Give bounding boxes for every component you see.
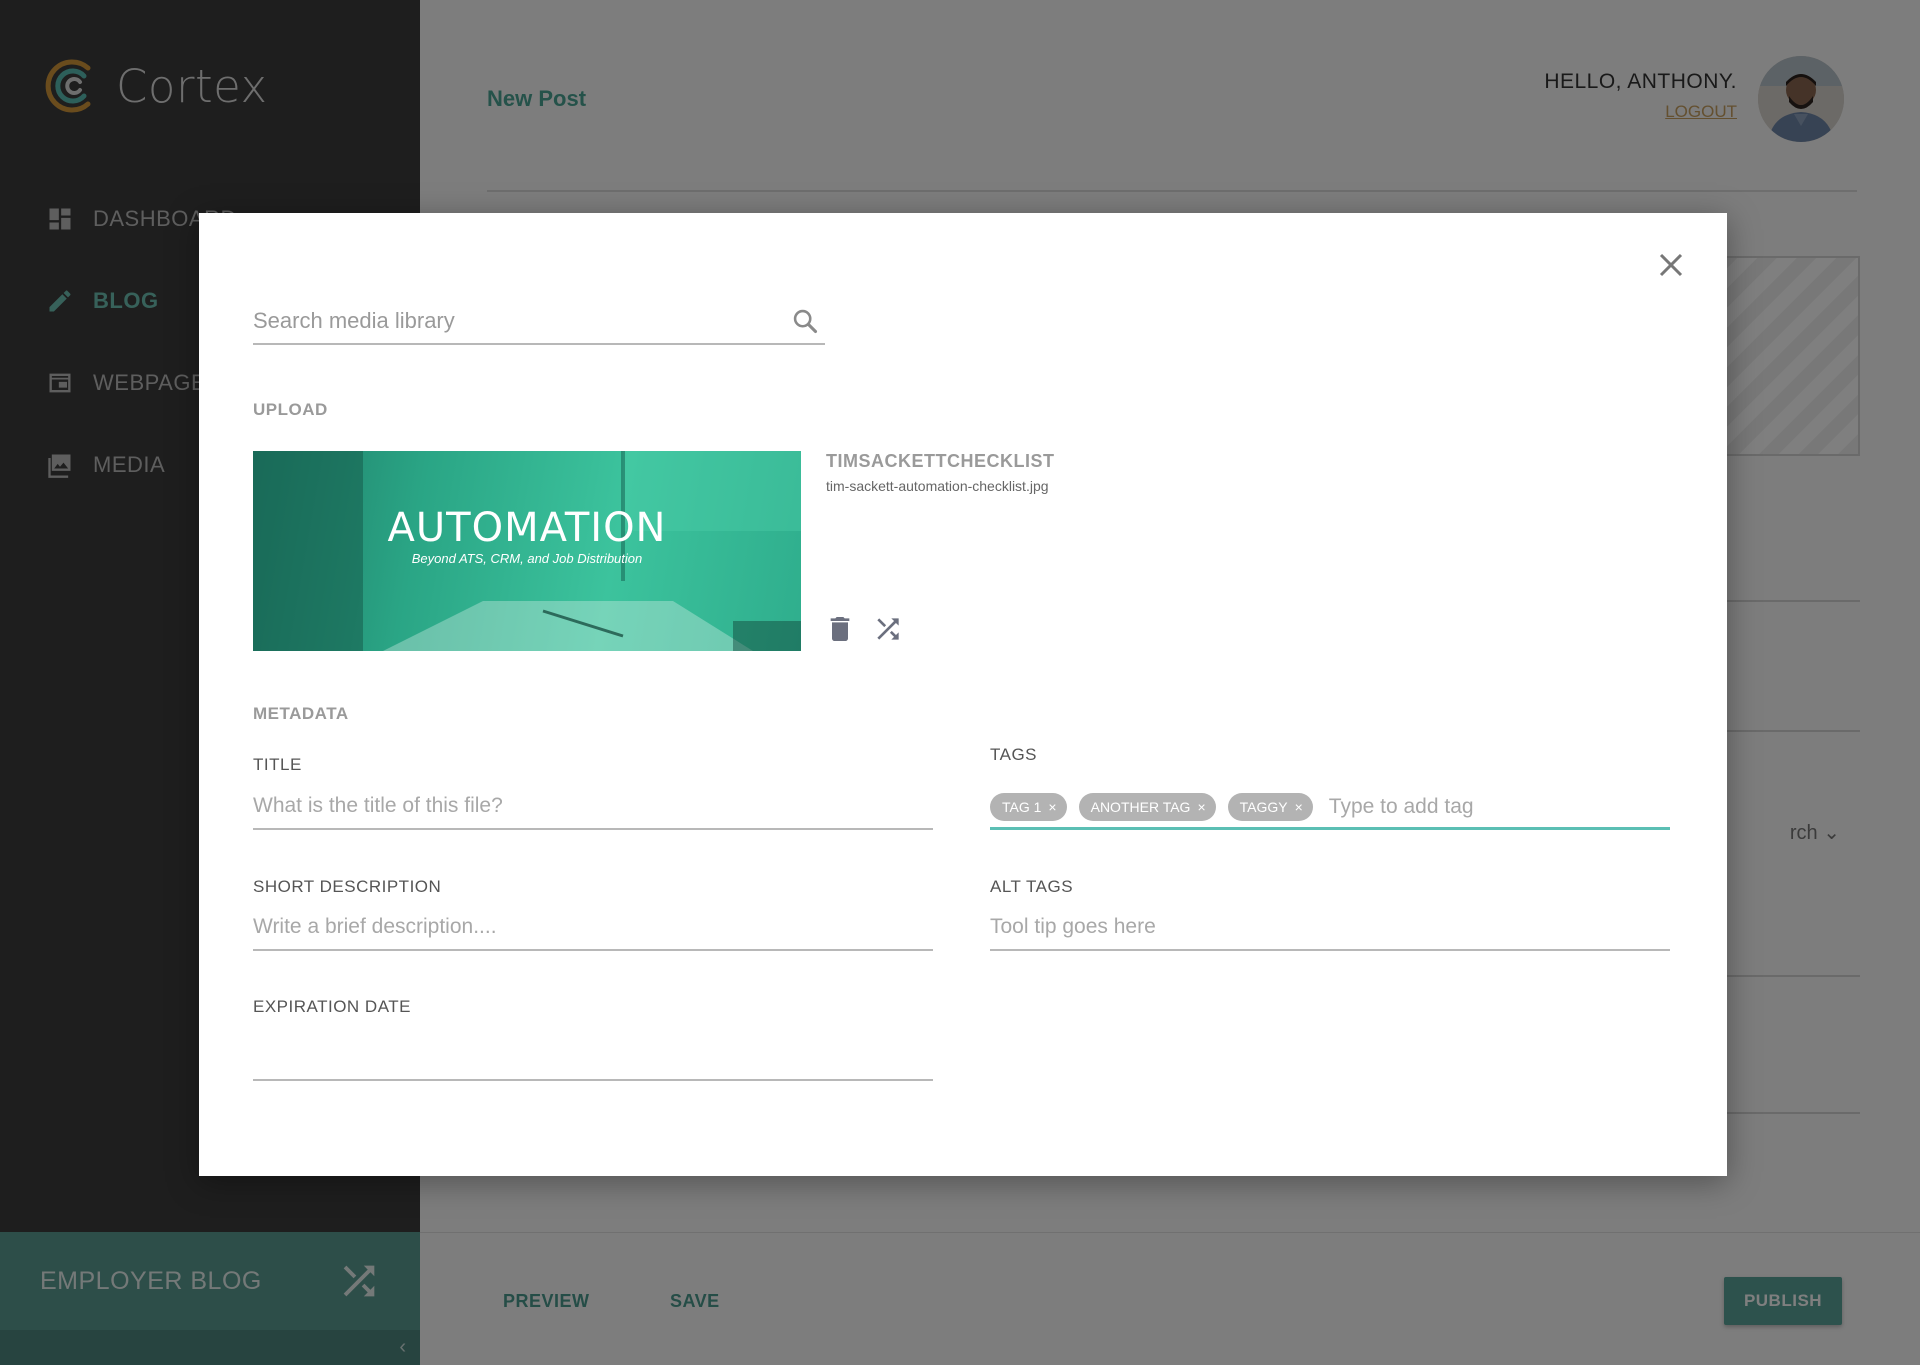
alt-tags-input[interactable] [990, 907, 1670, 947]
metadata-section-label: METADATA [253, 704, 349, 723]
title-label: TITLE [253, 755, 302, 774]
search-input[interactable] [253, 301, 825, 341]
replace-button[interactable] [872, 611, 904, 647]
media-library-modal: UPLOAD AUTOMATION Beyond ATS, CRM, and J… [199, 213, 1727, 1176]
alt-tags-label: ALT TAGS [990, 877, 1074, 896]
title-field [253, 786, 933, 830]
shuffle-icon [877, 618, 899, 640]
expiration-date-input[interactable] [253, 1037, 933, 1077]
tag-input[interactable] [1328, 788, 1670, 825]
file-title: TIMSACKETTCHECKLIST [826, 451, 1055, 471]
tag-chip[interactable]: TAGGY × [1227, 792, 1313, 821]
uploaded-image-thumbnail[interactable]: AUTOMATION Beyond ATS, CRM, and Job Dist… [253, 451, 801, 651]
trash-icon [830, 617, 850, 641]
file-name: tim-sackett-automation-checklist.jpg [826, 478, 1049, 494]
upload-section-label: UPLOAD [253, 400, 328, 419]
tags-label: TAGS [990, 745, 1038, 764]
image-subtitle: Beyond ATS, CRM, and Job Distribution [411, 551, 643, 566]
image-headline: AUTOMATION [387, 505, 667, 551]
alt-tags-field [990, 907, 1670, 951]
close-icon [1659, 253, 1683, 277]
file-actions [824, 611, 904, 647]
expiration-date-label: EXPIRATION DATE [253, 997, 412, 1016]
delete-button[interactable] [824, 611, 856, 647]
search-icon[interactable] [791, 307, 819, 335]
short-description-input[interactable] [253, 907, 933, 947]
remove-tag-icon[interactable]: × [1048, 799, 1056, 815]
tag-chip[interactable]: ANOTHER TAG × [1078, 792, 1216, 821]
tags-field: TAG 1 × ANOTHER TAG × TAGGY × [990, 786, 1670, 830]
tag-chip[interactable]: TAG 1 × [990, 792, 1067, 821]
title-input[interactable] [253, 786, 933, 826]
remove-tag-icon[interactable]: × [1197, 799, 1205, 815]
remove-tag-icon[interactable]: × [1295, 799, 1303, 815]
short-description-label: SHORT DESCRIPTION [253, 877, 442, 896]
close-button[interactable] [1655, 249, 1687, 281]
expiration-date-field [253, 1037, 933, 1081]
short-description-field [253, 907, 933, 951]
media-search [253, 301, 825, 345]
